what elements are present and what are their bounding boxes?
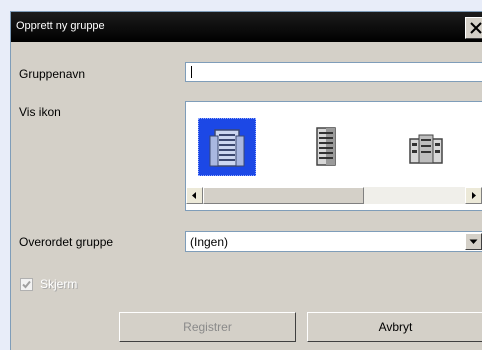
dropdown-button[interactable] bbox=[465, 233, 482, 250]
building-tall-blue-icon bbox=[209, 129, 245, 167]
scroll-thumb[interactable] bbox=[203, 187, 364, 204]
parent-group-label: Overordet gruppe bbox=[19, 235, 114, 249]
icon-option-1[interactable] bbox=[198, 118, 256, 176]
create-group-dialog: Opprett ny gruppe Gruppenavn Vis ikon Ov… bbox=[10, 11, 482, 350]
show-icon-label: Vis ikon bbox=[19, 105, 61, 119]
horizontal-scrollbar[interactable] bbox=[186, 187, 482, 204]
close-button[interactable] bbox=[465, 17, 482, 39]
close-icon bbox=[470, 22, 482, 34]
arrow-left-icon bbox=[192, 192, 196, 199]
screen-checkbox-label: Skjerm bbox=[40, 277, 78, 291]
building-tall-gray-icon bbox=[316, 127, 336, 166]
checkmark-icon bbox=[22, 280, 31, 289]
chevron-down-icon bbox=[469, 239, 478, 244]
group-name-label: Gruppenavn bbox=[19, 67, 86, 81]
register-button[interactable]: Registrer bbox=[119, 312, 296, 342]
scroll-left-button[interactable] bbox=[186, 187, 203, 204]
building-low-gray-icon bbox=[409, 134, 443, 164]
icon-option-2[interactable] bbox=[298, 118, 356, 176]
icon-list[interactable] bbox=[185, 101, 482, 211]
text-caret bbox=[191, 66, 192, 78]
arrow-right-icon bbox=[472, 192, 476, 199]
parent-group-value: (Ingen) bbox=[190, 235, 229, 249]
scroll-right-button[interactable] bbox=[465, 187, 482, 204]
cancel-button[interactable]: Avbryt bbox=[307, 312, 482, 342]
screen-checkbox[interactable] bbox=[20, 278, 33, 291]
group-name-input[interactable] bbox=[185, 62, 482, 82]
parent-group-select[interactable]: (Ingen) bbox=[185, 231, 482, 252]
dialog-title: Opprett ny gruppe bbox=[16, 20, 105, 32]
icon-option-3[interactable] bbox=[398, 118, 456, 176]
title-bar: Opprett ny gruppe bbox=[11, 12, 482, 42]
